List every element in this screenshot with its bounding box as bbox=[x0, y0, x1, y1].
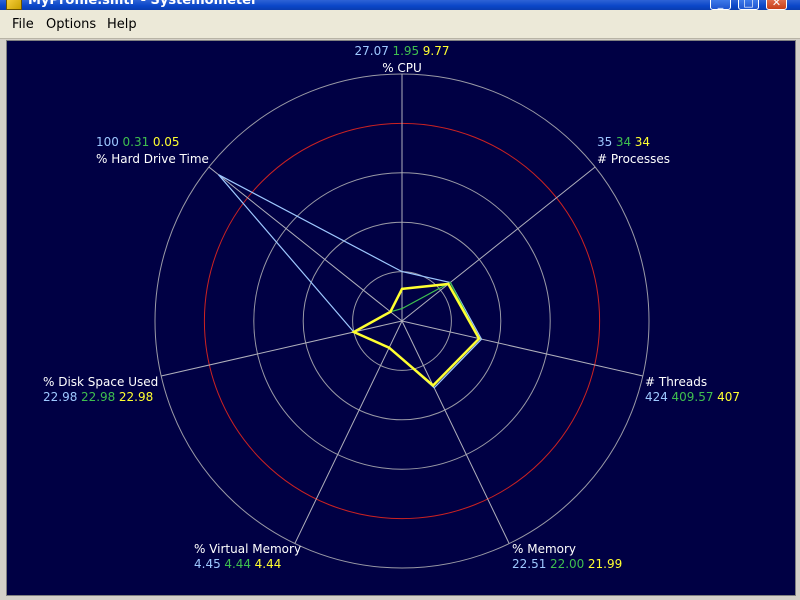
axis-label-0: % CPU bbox=[382, 61, 422, 75]
axis-label-3: % Memory bbox=[512, 542, 576, 556]
axis-value-3-1: 22.00 bbox=[550, 557, 584, 571]
axis-values-6: 100 0.31 0.05 bbox=[96, 135, 180, 149]
axis-value-6-1: 0.31 bbox=[123, 135, 150, 149]
axis-label-4: % Virtual Memory bbox=[194, 542, 301, 556]
close-button[interactable]: ✕ bbox=[766, 0, 787, 10]
radar-chart: % CPU 27.07 1.95 9.77 # Processes 35 34 34 # Thr… bbox=[43, 44, 740, 571]
axis-value-2-1: 409.57 bbox=[672, 390, 714, 404]
axis-value-5-1: 22.98 bbox=[81, 390, 115, 404]
title-bar[interactable]: MyProfile.smtr - Systemometer _ □ ✕ bbox=[0, 0, 800, 10]
axis-value-6-0: 100 bbox=[96, 135, 119, 149]
axis-values-3: 22.51 22.00 21.99 bbox=[512, 557, 622, 571]
axis-value-5-0: 22.98 bbox=[43, 390, 77, 404]
menu-options[interactable]: Options bbox=[46, 17, 96, 32]
axis-line-4 bbox=[294, 320, 403, 544]
axis-value-3-2: 21.99 bbox=[588, 557, 622, 571]
axis-values-5: 22.98 22.98 22.98 bbox=[43, 390, 153, 404]
axis-value-2-0: 424 bbox=[645, 390, 668, 404]
axis-values-4: 4.45 4.44 4.44 bbox=[194, 557, 281, 571]
axis-value-2-2: 407 bbox=[717, 390, 740, 404]
axis-values-1: 35 34 34 bbox=[597, 135, 650, 149]
axis-value-5-2: 22.98 bbox=[119, 390, 153, 404]
menu-help[interactable]: Help bbox=[107, 17, 137, 32]
minimize-button[interactable]: _ bbox=[710, 0, 731, 10]
axis-value-4-1: 4.44 bbox=[224, 557, 251, 571]
axis-value-1-0: 35 bbox=[597, 135, 612, 149]
axis-values-0: 27.07 1.95 9.77 bbox=[355, 44, 450, 58]
axis-label-5: % Disk Space Used bbox=[43, 375, 158, 389]
axis-value-4-0: 4.45 bbox=[194, 557, 221, 571]
menu-bar: File Options Help bbox=[0, 10, 800, 39]
axis-value-0-0: 27.07 bbox=[355, 44, 389, 58]
radar-chart-area: % CPU 27.07 1.95 9.77 # Processes 35 34 34 # Thr… bbox=[6, 40, 796, 596]
maximize-button[interactable]: □ bbox=[738, 0, 759, 10]
axis-value-3-0: 22.51 bbox=[512, 557, 546, 571]
menu-file[interactable]: File bbox=[12, 17, 34, 32]
window-title: MyProfile.smtr - Systemometer bbox=[28, 0, 258, 8]
window-bottom-edge bbox=[0, 596, 800, 600]
axis-label-2: # Threads bbox=[645, 375, 707, 389]
axis-value-6-2: 0.05 bbox=[153, 135, 180, 149]
app-icon[interactable] bbox=[6, 0, 22, 10]
axis-value-4-2: 4.44 bbox=[255, 557, 282, 571]
axis-line-2 bbox=[401, 320, 643, 377]
axis-label-6: % Hard Drive Time bbox=[96, 152, 209, 166]
axis-label-1: # Processes bbox=[597, 152, 670, 166]
axis-values-2: 424 409.57 407 bbox=[645, 390, 740, 404]
axis-line-3 bbox=[401, 320, 510, 544]
axis-value-0-1: 1.95 bbox=[392, 44, 419, 58]
axis-value-1-1: 34 bbox=[616, 135, 631, 149]
axis-value-1-2: 34 bbox=[635, 135, 650, 149]
axis-line-5 bbox=[161, 320, 403, 377]
axis-value-0-2: 9.77 bbox=[423, 44, 450, 58]
